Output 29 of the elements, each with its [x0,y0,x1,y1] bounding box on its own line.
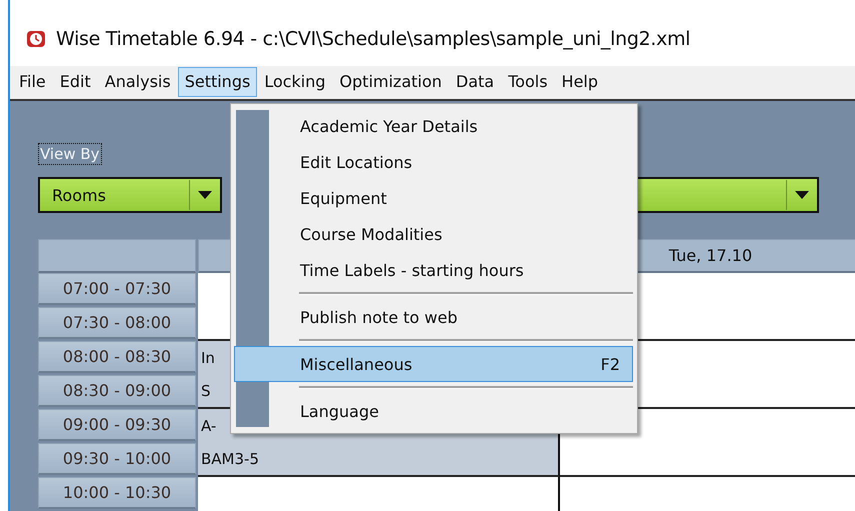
menu-option[interactable]: Edit Locations [234,144,633,180]
menu-option[interactable]: Time Labels - starting hours [234,252,633,288]
menu-option[interactable]: Academic Year Details [234,108,633,144]
shortcut-label: F2 [600,354,620,374]
menu-item[interactable]: Tools [501,67,555,98]
time-slot-button[interactable]: 09:00 - 09:30 [38,409,196,441]
time-slot-button[interactable]: 07:00 - 07:30 [38,273,196,305]
window-title: Wise Timetable 6.94 - c:\CVI\Schedule\samples\sample_uni_lng2.xml [56,28,690,50]
clock-icon [26,28,46,49]
time-slot-button[interactable]: 08:30 - 09:00 [38,375,196,407]
time-slot-button[interactable]: 08:00 - 08:30 [38,341,196,373]
time-slot-button[interactable]: 10:00 - 10:30 [38,477,196,509]
menu-item[interactable]: Analysis [98,67,178,98]
menu-option[interactable]: Publish note to web [234,299,633,335]
menu-option[interactable]: Miscellaneous F2 [234,346,633,382]
menu-item[interactable]: Settings [178,67,258,98]
menu-item[interactable]: Edit [52,67,98,98]
menu-option[interactable]: Equipment [234,180,633,216]
menu-item[interactable]: Locking [257,67,333,98]
menu-option[interactable]: Course Modalities [234,216,633,252]
view-by-dropdown[interactable]: Rooms [38,177,222,213]
time-slot-button[interactable]: 09:30 - 10:00 [38,443,196,475]
menu-item[interactable]: Help [554,67,606,98]
menu-item[interactable]: File [12,67,53,98]
booked-slot: BAM3-5 [198,443,560,477]
menu-item[interactable]: Data [448,67,502,98]
time-slot-button[interactable]: 07:30 - 08:00 [38,307,196,339]
view-by-label: View By [38,143,102,165]
menu-item[interactable]: Optimization [332,67,449,98]
